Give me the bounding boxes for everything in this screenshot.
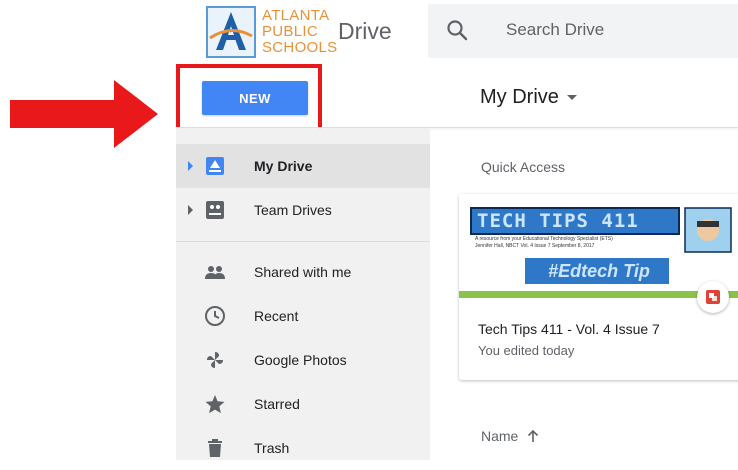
team-drives-icon: [204, 199, 226, 221]
trash-icon: [204, 437, 226, 459]
sidebar-item-label: Trash: [254, 440, 290, 456]
sidebar-item-starred[interactable]: Starred: [176, 382, 430, 426]
logo-text-line: ATLANTA: [262, 7, 330, 24]
app-title: Drive: [338, 18, 392, 44]
location-title: My Drive: [480, 86, 559, 108]
sidebar-item-label: My Drive: [254, 158, 313, 174]
sidebar-item-label: Recent: [254, 308, 299, 324]
thumbnail-title: TECH TIPS 411: [477, 210, 639, 232]
sidebar-item-label: Shared with me: [254, 264, 352, 280]
expand-arrow-icon[interactable]: [188, 161, 193, 171]
people-icon: [204, 261, 226, 283]
location-dropdown[interactable]: My Drive: [480, 86, 577, 109]
logo-text-line: SCHOOLS: [262, 39, 338, 56]
sidebar-item-recent[interactable]: Recent: [176, 294, 430, 338]
quick-access-heading: Quick Access: [481, 159, 566, 175]
logo-text-line: PUBLIC: [262, 23, 318, 40]
sidebar-item-label: Team Drives: [254, 202, 332, 218]
sidebar-item-team-drives[interactable]: Team Drives: [176, 188, 430, 232]
aps-logo-mark: [206, 6, 256, 58]
pinwheel-icon: [204, 349, 226, 371]
sidebar-item-trash[interactable]: Trash: [176, 426, 430, 470]
thumbnail-banner: #Edtech Tip: [548, 261, 650, 281]
sidebar-item-label: Google Photos: [254, 352, 347, 368]
search-input[interactable]: [506, 20, 706, 40]
sort-by-name-header[interactable]: Name: [481, 428, 540, 444]
caret-down-icon: [566, 95, 577, 100]
arrow-up-icon[interactable]: [526, 429, 540, 443]
thumbnail-byline: Jennifer Hall, NBCT Vol. 4 Issue 7 Septe…: [475, 243, 595, 249]
sidebar-item-my-drive[interactable]: My Drive: [176, 144, 430, 188]
expand-arrow-icon[interactable]: [188, 205, 193, 215]
thumbnail-subtitle: A resource from your Educational Technol…: [475, 236, 613, 242]
clock-icon: [204, 305, 226, 327]
slides-file-icon: [697, 281, 729, 313]
file-edit-meta: You edited today: [478, 343, 575, 358]
sidebar-item-label: Starred: [254, 396, 300, 412]
sidebar-item-shared-with-me[interactable]: Shared with me: [176, 250, 430, 294]
search-icon[interactable]: [446, 19, 468, 41]
sidebar-item-google-photos[interactable]: Google Photos: [176, 338, 430, 382]
new-button[interactable]: NEW: [202, 81, 308, 115]
file-name: Tech Tips 411 - Vol. 4 Issue 7: [478, 321, 660, 337]
my-drive-icon: [204, 155, 226, 177]
sort-label: Name: [481, 428, 519, 444]
sidebar-divider: [176, 241, 430, 242]
star-icon: [204, 393, 226, 415]
annotation-arrow-icon: [10, 80, 158, 148]
